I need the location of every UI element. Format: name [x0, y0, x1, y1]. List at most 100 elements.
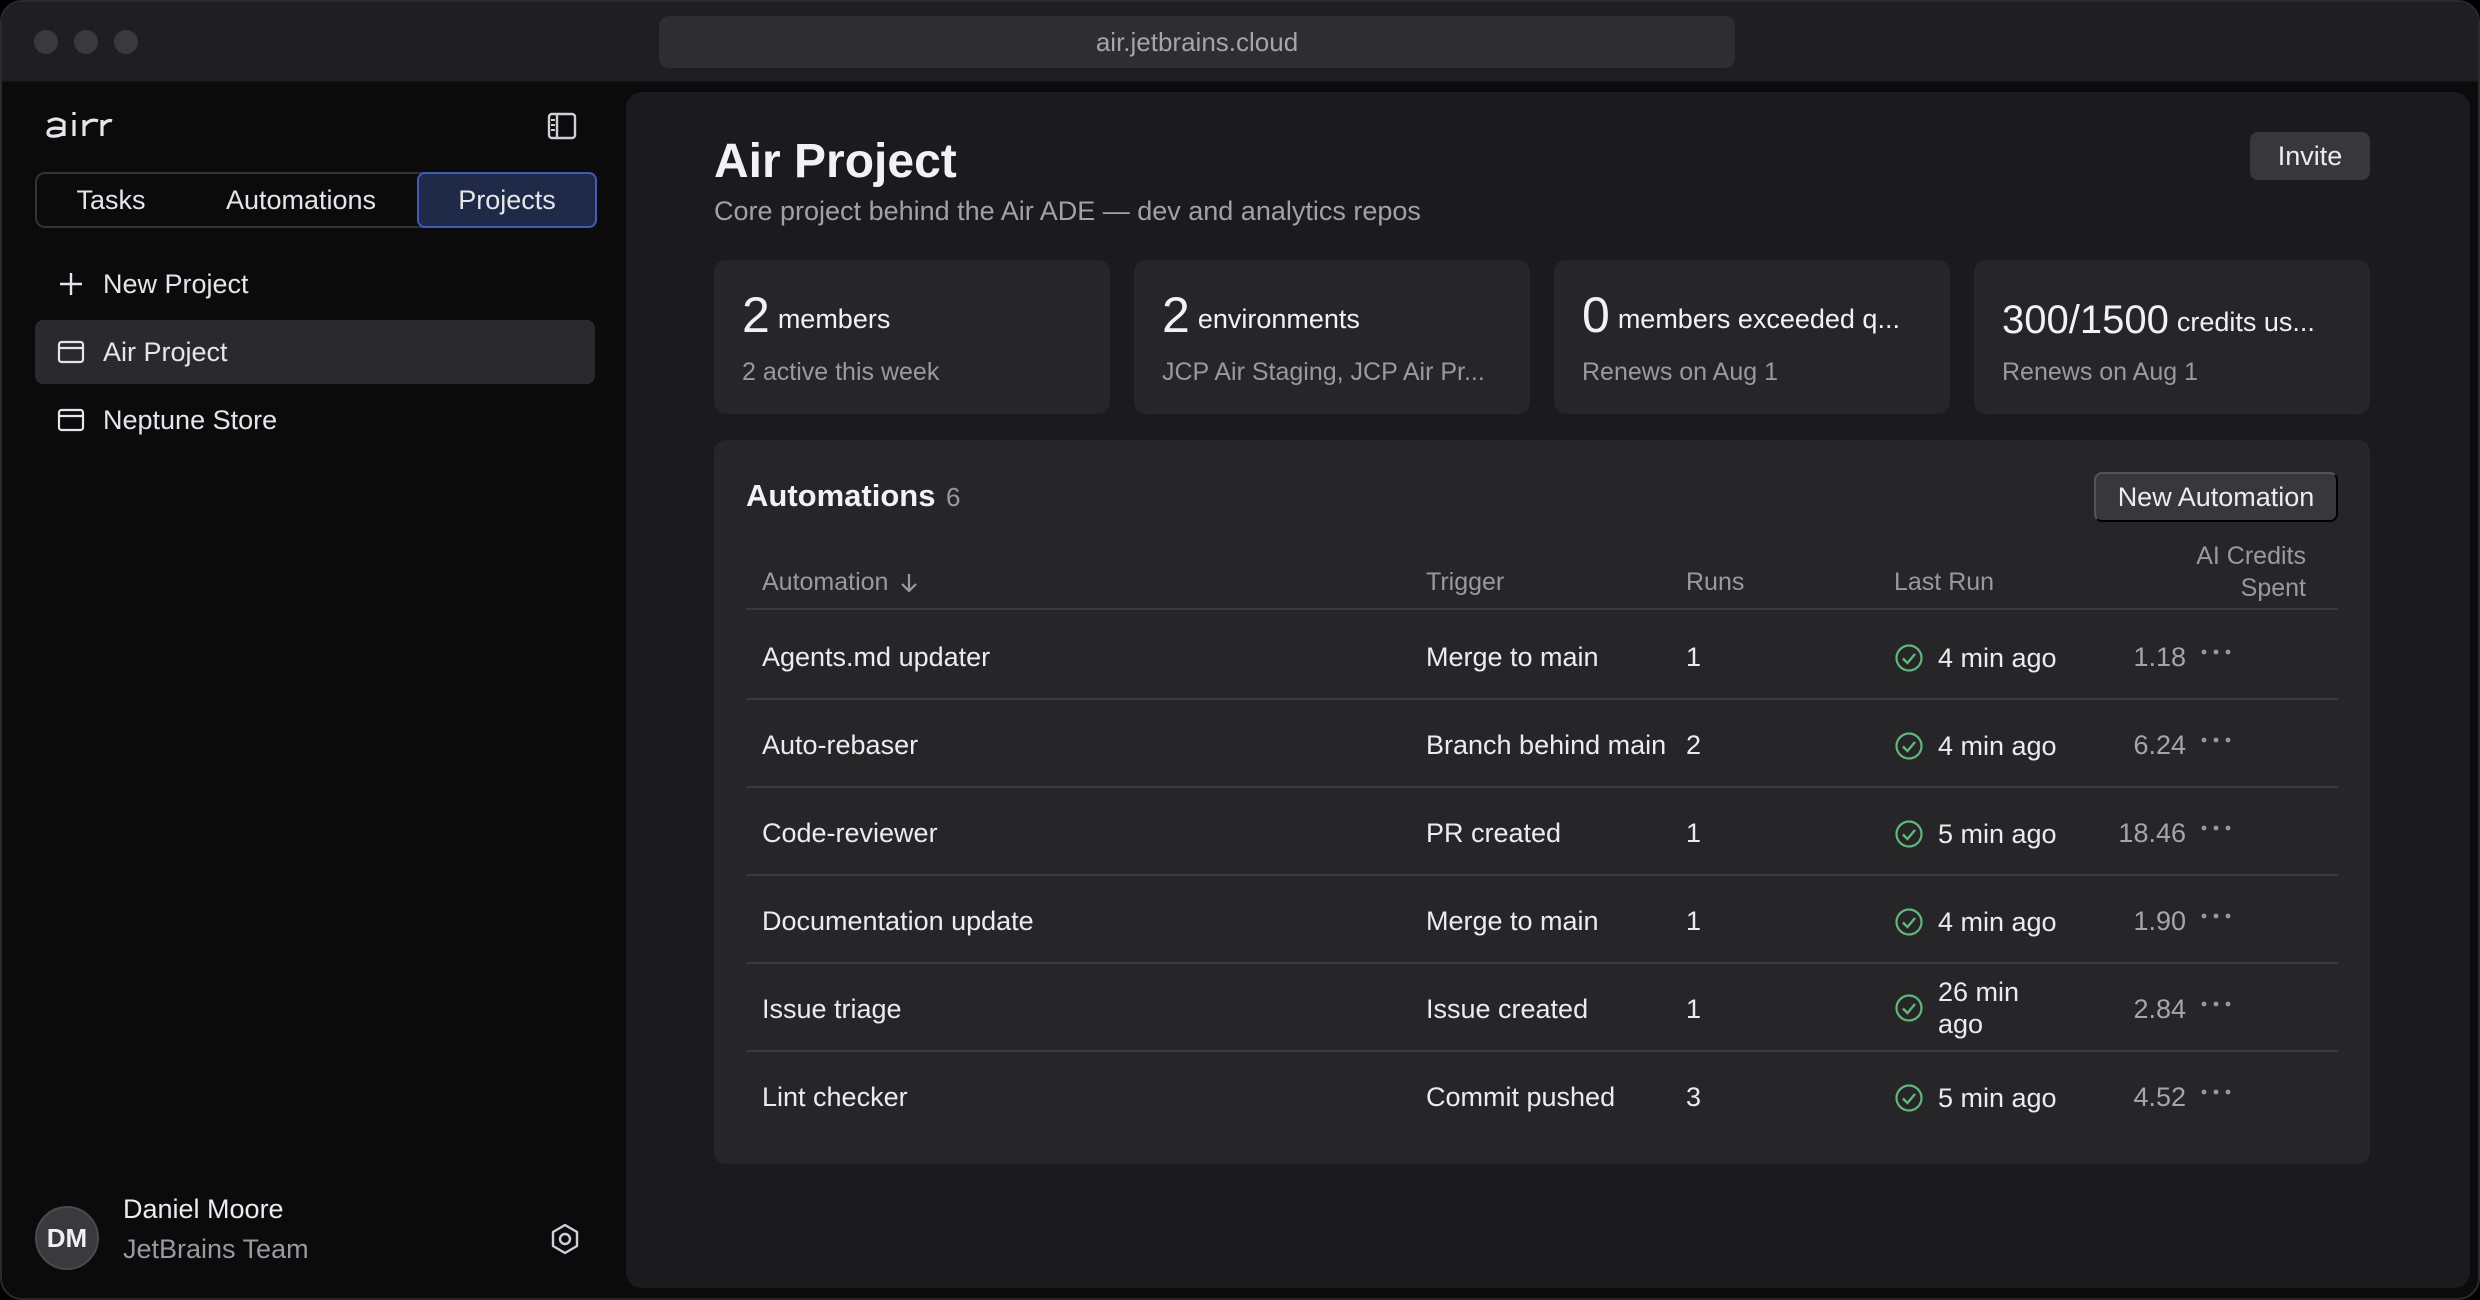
column-header-last-run[interactable]: Last Run [1894, 568, 1994, 597]
last-run-text: 5 min ago [1938, 819, 2057, 849]
new-project-label: New Project [103, 268, 249, 299]
table-header: Automation Trigger Runs Last Run AI Cred… [746, 540, 2338, 610]
last-run-line: ago [1938, 1009, 1984, 1039]
table-row[interactable]: Code-reviewer PR created 1 5 min ago 18.… [746, 788, 2338, 876]
last-run-text: 26 min ago [1938, 976, 2019, 1040]
automations-title: Automations [746, 478, 936, 513]
credits-spent: 2.84 [2133, 994, 2186, 1024]
sidebar-item-label: Neptune Store [103, 404, 278, 435]
automation-name: Code-reviewer [762, 818, 938, 848]
success-check-icon [1895, 820, 1923, 848]
stat-note: 2 active this week [742, 358, 940, 386]
success-check-icon [1895, 1084, 1923, 1112]
automation-name: Auto-rebaser [762, 730, 919, 760]
stat-value: 2 [1162, 287, 1190, 343]
stat-unit: members exceeded q... [1617, 304, 1900, 334]
automation-runs: 1 [1686, 642, 1702, 672]
close-window-button[interactable] [34, 30, 58, 54]
avatar[interactable]: DM [35, 1206, 99, 1270]
user-team: JetBrains Team [123, 1234, 309, 1264]
sidebar-tab-switcher: Tasks Automations Projects [35, 172, 597, 228]
more-options-icon[interactable] [2196, 992, 2236, 1016]
credits-spent: 1.90 [2133, 906, 2186, 936]
table-row[interactable]: Auto-rebaser Branch behind main 2 4 min … [746, 700, 2338, 788]
automation-trigger: Commit pushed [1426, 1082, 1616, 1112]
address-bar[interactable]: air.jetbrains.cloud [659, 16, 1735, 68]
credits-spent: 4.52 [2133, 1082, 2186, 1112]
minimize-window-button[interactable] [74, 30, 98, 54]
automation-name: Agents.md updater [762, 642, 991, 672]
page-title: Air Project [714, 135, 957, 188]
table-row[interactable]: Documentation update Merge to main 1 4 m… [746, 876, 2338, 964]
last-run: 5 min ago [1894, 1082, 2057, 1114]
stat-card-quota: 0 members exceeded q... Renews on Aug 1 [1554, 260, 1950, 414]
credits-spent: 18.46 [2118, 818, 2186, 848]
new-automation-button[interactable]: New Automation [2094, 472, 2338, 522]
sort-down-icon [901, 573, 918, 593]
credits-spent: 6.24 [2133, 730, 2186, 760]
column-label: Spent [2240, 574, 2306, 602]
stat-note: JCP Air Staging, JCP Air Pr... [1162, 358, 1485, 386]
stat-value: 2 [742, 287, 770, 343]
last-run-text: 4 min ago [1938, 731, 2057, 761]
automation-trigger: PR created [1426, 818, 1562, 848]
stat-unit: credits us... [2176, 307, 2315, 337]
column-header-credits[interactable]: AI Credits Spent [2086, 540, 2306, 604]
window-icon [51, 400, 91, 440]
new-project-button[interactable]: New Project [35, 252, 595, 316]
last-run-text: 4 min ago [1938, 907, 2057, 937]
automations-count: 6 [946, 482, 961, 512]
automation-runs: 1 [1686, 818, 1702, 848]
sidebar: Tasks Automations Projects New Project A… [2, 82, 624, 1298]
stat-note: Renews on Aug 1 [1582, 358, 1778, 386]
credits-spent: 1.18 [2133, 642, 2186, 672]
tab-tasks[interactable]: Tasks [37, 174, 185, 226]
success-check-icon [1895, 644, 1923, 672]
sidebar-toggle-icon[interactable] [546, 110, 578, 142]
automation-runs: 2 [1686, 730, 1702, 760]
sidebar-item-neptune-store[interactable]: Neptune Store [35, 388, 595, 452]
stat-unit: members [777, 304, 891, 334]
air-logo [46, 112, 113, 138]
column-label: Automation [762, 568, 889, 596]
tab-projects[interactable]: Projects [417, 172, 597, 228]
stat-unit: environments [1197, 304, 1360, 334]
more-options-icon[interactable] [2196, 1080, 2236, 1104]
column-header-trigger[interactable]: Trigger [1426, 568, 1504, 597]
success-check-icon [1895, 732, 1923, 760]
automation-name: Lint checker [762, 1082, 908, 1112]
table-row[interactable]: Agents.md updater Merge to main 1 4 min … [746, 612, 2338, 700]
app-window: air.jetbrains.cloud Tasks Automations Pr… [0, 0, 2480, 1300]
page-subtitle: Core project behind the Air ADE — dev an… [714, 196, 1421, 226]
sidebar-item-air-project[interactable]: Air Project [35, 320, 595, 384]
automation-trigger: Merge to main [1426, 906, 1599, 936]
automation-runs: 1 [1686, 906, 1702, 936]
stat-card-environments: 2 environments JCP Air Staging, JCP Air P… [1134, 260, 1530, 414]
column-header-runs[interactable]: Runs [1686, 568, 1744, 597]
more-options-icon[interactable] [2196, 640, 2236, 664]
window-icon [51, 332, 91, 372]
settings-icon[interactable] [548, 1222, 582, 1256]
stat-note: Renews on Aug 1 [2002, 358, 2198, 386]
last-run: 5 min ago [1894, 818, 2057, 850]
table-row[interactable]: Lint checker Commit pushed 3 5 min ago 4… [746, 1052, 2338, 1140]
stat-card-credits: 300/1500 credits us... Renews on Aug 1 [1974, 260, 2370, 414]
stat-card-members: 2 members 2 active this week [714, 260, 1110, 414]
plus-icon [51, 264, 91, 304]
last-run-text: 5 min ago [1938, 1083, 2057, 1113]
table-row[interactable]: Issue triage Issue created 1 26 min ago … [746, 964, 2338, 1052]
more-options-icon[interactable] [2196, 816, 2236, 840]
invite-button[interactable]: Invite [2250, 132, 2370, 180]
browser-titlebar: air.jetbrains.cloud [2, 2, 2478, 82]
column-header-automation[interactable]: Automation [762, 568, 920, 597]
automation-trigger: Issue created [1426, 994, 1589, 1024]
user-name: Daniel Moore [123, 1194, 284, 1224]
automation-runs: 3 [1686, 1082, 1702, 1112]
more-options-icon[interactable] [2196, 728, 2236, 752]
tab-automations[interactable]: Automations [185, 174, 417, 226]
more-options-icon[interactable] [2196, 904, 2236, 928]
automation-trigger: Branch behind main [1426, 730, 1667, 760]
maximize-window-button[interactable] [114, 30, 138, 54]
stat-value: 0 [1582, 287, 1610, 343]
success-check-icon [1895, 908, 1923, 936]
